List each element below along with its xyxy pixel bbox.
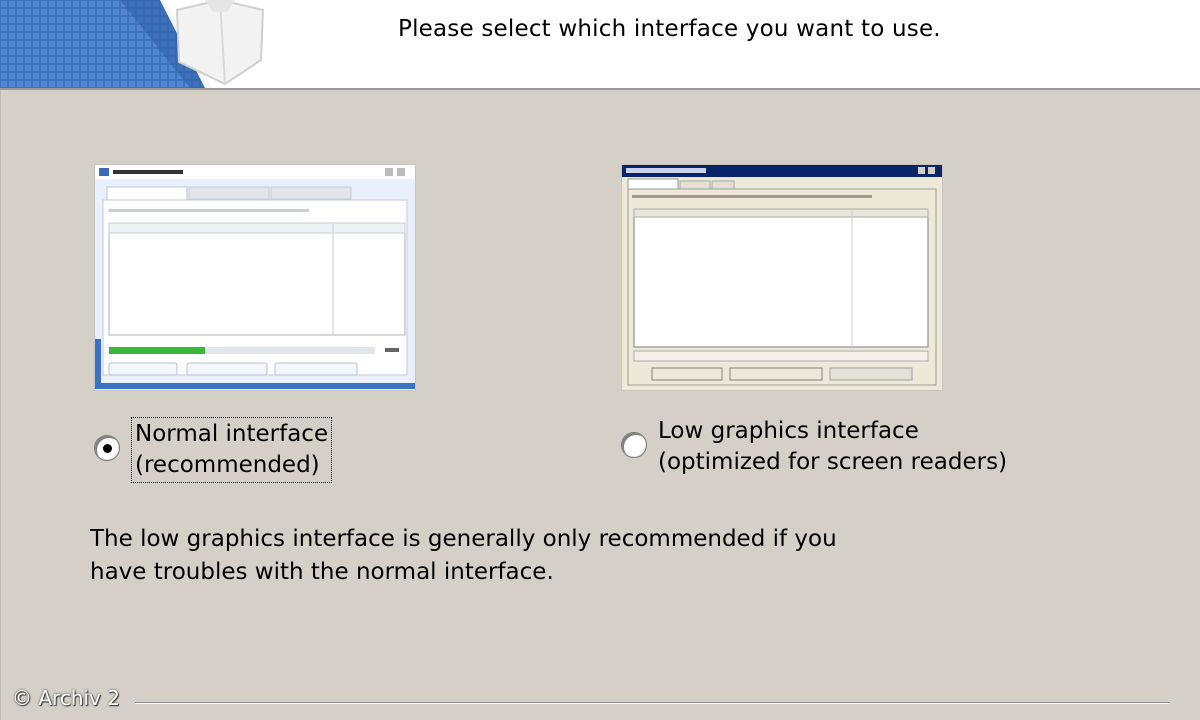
low-graphics-title: Low graphics interface <box>658 418 919 444</box>
note-line-1: The low graphics interface is generally … <box>90 526 837 552</box>
normal-interface-label[interactable]: Normal interface (recommended) <box>131 417 333 483</box>
low-graphics-preview[interactable] <box>622 165 942 390</box>
header-banner: Please select which interface you want t… <box>0 0 1200 90</box>
low-graphics-label[interactable]: Low graphics interface (optimized for sc… <box>658 416 1007 478</box>
low-graphics-subtitle: (optimized for screen readers) <box>658 449 1008 475</box>
normal-interface-subtitle: (recommended) <box>135 452 320 478</box>
archive-watermark: © Archiv 2 <box>12 686 120 710</box>
note-line-2: have troubles with the normal interface. <box>90 559 554 585</box>
footer-divider <box>135 702 1170 704</box>
normal-interface-preview[interactable] <box>95 165 415 390</box>
page-title: Please select which interface you want t… <box>398 16 941 42</box>
radio-selected-dot <box>103 444 112 453</box>
folder-icon <box>175 0 265 86</box>
normal-interface-title: Normal interface <box>135 421 329 447</box>
low-graphics-radio[interactable] <box>621 432 647 458</box>
explanation-note: The low graphics interface is generally … <box>90 523 870 589</box>
normal-interface-radio[interactable] <box>94 435 120 461</box>
